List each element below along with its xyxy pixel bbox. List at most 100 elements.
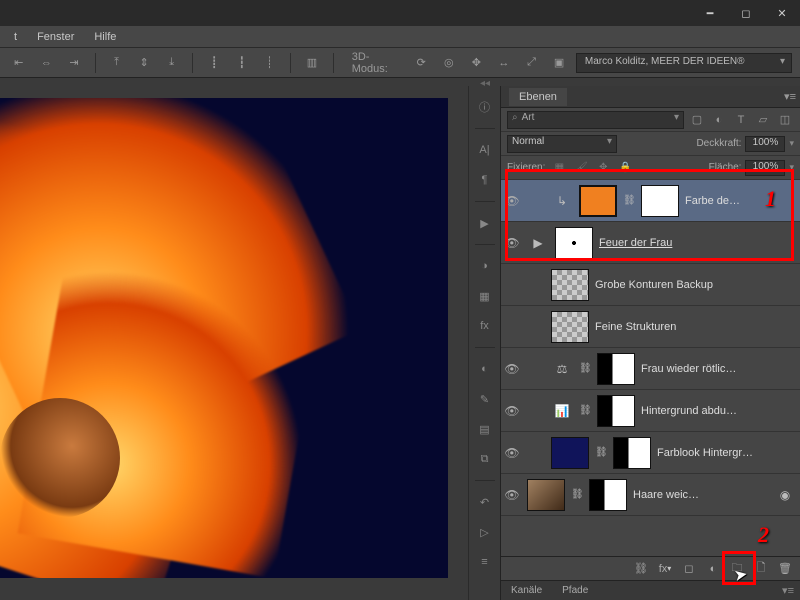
layer-fx-button[interactable]: fx▾ — [654, 559, 676, 579]
layer-thumb[interactable] — [555, 227, 593, 259]
opacity-value[interactable]: 100% — [745, 136, 785, 152]
3d-roll-icon[interactable]: ◎ — [438, 52, 460, 74]
auto-align-icon[interactable]: ▥ — [301, 52, 323, 74]
bottom-panel-menu-icon[interactable]: ▾≡ — [782, 584, 800, 597]
align-center-icon[interactable]: ⇔ — [36, 52, 58, 74]
layer-mask-thumb[interactable] — [597, 353, 635, 385]
visibility-toggle[interactable]: 👁 — [503, 194, 521, 208]
3d-slide-icon[interactable]: ↔ — [493, 52, 515, 74]
layer-name[interactable]: Hintergrund abdu… — [641, 405, 796, 417]
layer-row-feine[interactable]: Feine Strukturen — [501, 306, 800, 348]
menu-item-fenster[interactable]: Fenster — [27, 28, 84, 46]
menu-item-hilfe[interactable]: Hilfe — [84, 28, 126, 46]
layer-thumb[interactable] — [579, 185, 617, 217]
info-panel-icon[interactable]: ⓘ — [472, 94, 498, 120]
layer-thumb[interactable] — [551, 311, 589, 343]
link-mask-icon[interactable]: ⛓ — [571, 489, 583, 500]
filter-shape-icon[interactable]: ▱ — [754, 111, 772, 129]
lock-all-icon[interactable]: 🔒 — [617, 160, 633, 176]
link-layers-button[interactable]: ⛓ — [630, 559, 652, 579]
tool-presets-icon[interactable]: ▤ — [472, 416, 498, 442]
3d-scale-icon[interactable]: ⤢ — [521, 52, 543, 74]
clone-source-icon[interactable]: ⧉ — [472, 446, 498, 472]
layer-row-farbe[interactable]: 👁 ↳ ⛓ Farbe de… — [501, 180, 800, 222]
link-mask-icon[interactable]: ⛓ — [579, 405, 591, 416]
align-top-icon[interactable]: ⤒ — [106, 52, 128, 74]
layer-mask-thumb[interactable] — [613, 437, 651, 469]
minimize-button[interactable]: ━ — [692, 0, 728, 26]
lock-pixels-icon[interactable]: 🖌 — [573, 160, 589, 176]
maximize-button[interactable]: ◻ — [728, 0, 764, 26]
layers-tab[interactable]: Ebenen — [509, 88, 567, 106]
history-panel-icon[interactable]: ↶ — [472, 489, 498, 515]
new-group-button[interactable]: 🗀 — [726, 559, 748, 579]
layer-row-farblook[interactable]: 👁 ⛓ Farblook Hintergr… — [501, 432, 800, 474]
link-mask-icon[interactable]: ⛓ — [623, 195, 635, 206]
filter-adjust-icon[interactable]: ◐ — [710, 111, 728, 129]
align-left-icon[interactable]: ⇤ — [8, 52, 30, 74]
document-canvas[interactable] — [0, 98, 448, 578]
close-button[interactable]: ✕ — [764, 0, 800, 26]
layer-thumb[interactable] — [551, 437, 589, 469]
layer-mask-thumb[interactable] — [589, 479, 627, 511]
new-adjustment-button[interactable]: ◐ — [702, 559, 724, 579]
swatches-panel-icon[interactable]: ▦ — [472, 283, 498, 309]
layer-filter-dropdown[interactable]: Art — [507, 111, 684, 129]
filter-type-icon[interactable]: T — [732, 111, 750, 129]
layer-name[interactable]: Farbe de… — [685, 195, 796, 207]
link-mask-icon[interactable]: ⛓ — [595, 447, 607, 458]
lock-position-icon[interactable]: ✥ — [595, 160, 611, 176]
layer-row-grobe[interactable]: Grobe Konturen Backup — [501, 264, 800, 306]
tab-kanaele[interactable]: Kanäle — [501, 583, 552, 598]
layer-row-haare[interactable]: 👁 ⛓ Haare weic… ◉ — [501, 474, 800, 516]
user-dropdown[interactable]: Marco Kolditz, MEER DER IDEEN® — [576, 53, 792, 73]
align-right-icon[interactable]: ⇥ — [63, 52, 85, 74]
disclosure-icon[interactable]: ▶ — [527, 232, 549, 254]
align-bottom-icon[interactable]: ⤓ — [161, 52, 183, 74]
visibility-toggle[interactable]: 👁 — [503, 488, 521, 502]
layer-name[interactable]: Farblook Hintergr… — [657, 447, 796, 459]
visibility-toggle[interactable]: 👁 — [503, 404, 521, 418]
panel-collapse-icon[interactable]: ◂◂ — [480, 78, 490, 86]
fill-flyout-icon[interactable]: ▾ — [789, 162, 794, 173]
delete-layer-button[interactable]: 🗑 — [774, 559, 796, 579]
layer-row-hintergrund-abdu[interactable]: 👁 📊 ⛓ Hintergrund abdu… — [501, 390, 800, 432]
menu-item-t[interactable]: t — [4, 28, 27, 46]
visibility-toggle[interactable]: 👁 — [503, 236, 521, 250]
styles-panel-icon[interactable]: fx — [472, 313, 498, 339]
layer-mask-thumb[interactable] — [597, 395, 635, 427]
brush-panel-icon[interactable]: ✎ — [472, 386, 498, 412]
align-vmid-icon[interactable]: ⇕ — [133, 52, 155, 74]
layer-mask-thumb[interactable] — [641, 185, 679, 217]
timeline-panel-icon[interactable]: ▶ — [472, 210, 498, 236]
layer-thumb[interactable] — [551, 269, 589, 301]
layer-thumb[interactable] — [527, 479, 565, 511]
panel-menu-icon[interactable]: ▾≡ — [784, 90, 796, 103]
layer-name[interactable]: Haare weic… — [633, 489, 768, 501]
lock-transparent-icon[interactable]: ▦ — [551, 160, 567, 176]
layer-name[interactable]: Grobe Konturen Backup — [595, 279, 796, 291]
paragraph-panel-icon[interactable]: ¶ — [472, 167, 498, 193]
3d-rotate-icon[interactable]: ⟳ — [410, 52, 432, 74]
properties-panel-icon[interactable]: ≡ — [472, 549, 498, 575]
visibility-toggle[interactable] — [503, 278, 521, 292]
distribute-hc-icon[interactable]: ┇ — [231, 52, 253, 74]
filter-smart-icon[interactable]: ◫ — [776, 111, 794, 129]
layer-row-frau[interactable]: 👁 ⚖ ⛓ Frau wieder rötlic… — [501, 348, 800, 390]
tab-pfade[interactable]: Pfade — [552, 583, 598, 598]
visibility-toggle[interactable] — [503, 320, 521, 334]
3d-pan-icon[interactable]: ✥ — [466, 52, 488, 74]
new-layer-button[interactable]: 🗋 — [750, 559, 772, 579]
color-panel-icon[interactable]: ◑ — [472, 253, 498, 279]
link-mask-icon[interactable]: ⛓ — [579, 363, 591, 374]
character-panel-icon[interactable]: A| — [472, 137, 498, 163]
distribute-v-icon[interactable]: ┊ — [259, 52, 281, 74]
blend-mode-dropdown[interactable]: Normal — [507, 135, 617, 153]
layer-name[interactable]: Frau wieder rötlic… — [641, 363, 796, 375]
visibility-toggle[interactable]: 👁 — [503, 362, 521, 376]
layer-name[interactable]: Feuer der Frau — [599, 237, 796, 249]
adjustments-panel-icon[interactable]: ◐ — [472, 356, 498, 382]
layer-row-feuer[interactable]: 👁 ▶ Feuer der Frau — [501, 222, 800, 264]
filter-pixel-icon[interactable]: ▢ — [688, 111, 706, 129]
layer-name[interactable]: Feine Strukturen — [595, 321, 796, 333]
